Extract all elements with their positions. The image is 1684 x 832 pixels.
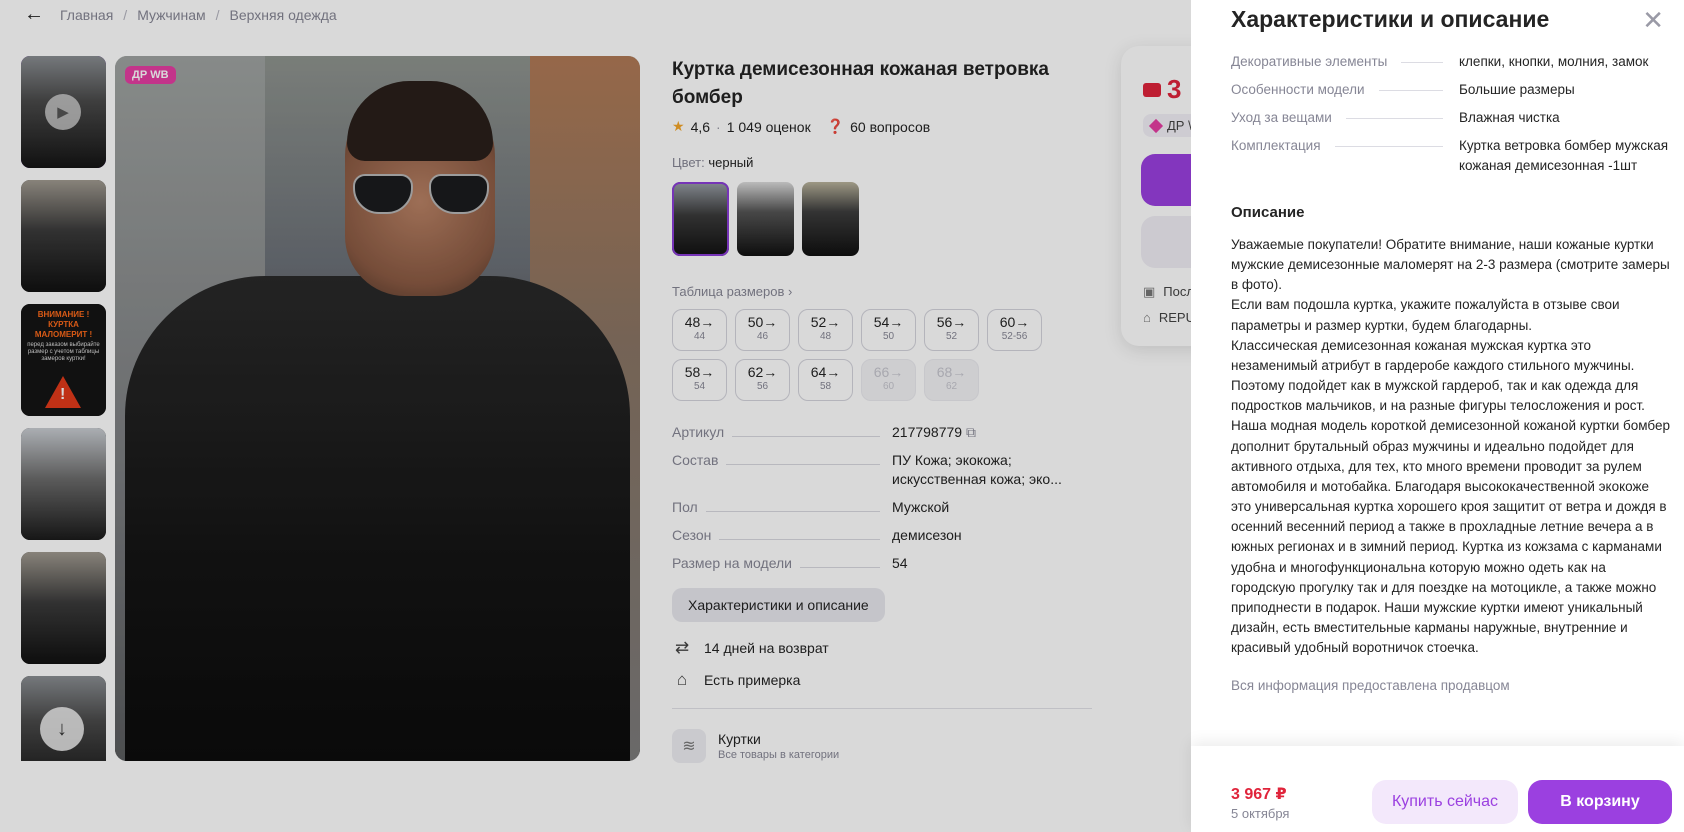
seller-note: Вся информация предоставлена продавцом (1231, 678, 1510, 694)
dotted-leader (1334, 136, 1443, 147)
spec-value: Большие размеры (1459, 82, 1575, 97)
spec-row: Декоративные элементы клепки, кнопки, мол… (1231, 52, 1671, 72)
characteristics-drawer: Характеристики и описание ✕ Декоративные… (1191, 0, 1684, 832)
spec-key-cell: Особенности модели (1231, 80, 1459, 100)
spec-value: клепки, кнопки, молния, замок (1459, 54, 1649, 69)
dotted-leader (1345, 108, 1443, 119)
description-text: Уважаемые покупатели! Обратите внимание,… (1231, 237, 1671, 656)
spec-key-cell: Декоративные элементы (1231, 52, 1459, 72)
spec-key: Особенности модели (1231, 82, 1365, 97)
dotted-leader (1378, 80, 1443, 91)
drawer-footer: 3 967 ₽ 5 октября Купить сейчас В корзин… (1191, 746, 1684, 832)
delivery-date: 5 октября (1231, 806, 1290, 821)
spec-value: Влажная чистка (1459, 110, 1560, 125)
add-to-cart-button[interactable]: В корзину (1528, 780, 1672, 824)
scroll-fade (1231, 724, 1671, 748)
drawer-body[interactable]: Декоративные элементы клепки, кнопки, мол… (1231, 52, 1671, 748)
spec-row: Комплектация Куртка ветровка бомбер мужск… (1231, 136, 1671, 176)
spec-value: Куртка ветровка бомбер мужская кожаная д… (1459, 138, 1669, 173)
buy-now-button[interactable]: Купить сейчас (1372, 780, 1518, 824)
drawer-title: Характеристики и описание (1231, 6, 1550, 32)
spec-key: Декоративные элементы (1231, 54, 1388, 69)
spec-key: Комплектация (1231, 138, 1321, 153)
spec-row: Особенности модели Большие размеры (1231, 80, 1671, 100)
footer-price: 3 967 ₽ (1231, 786, 1287, 803)
spec-key-cell: Комплектация (1231, 136, 1459, 176)
drawer-header: Характеристики и описание ✕ (1231, 6, 1664, 33)
spec-key-cell: Уход за вещами (1231, 108, 1459, 128)
close-icon[interactable]: ✕ (1642, 7, 1664, 33)
spec-key: Уход за вещами (1231, 110, 1332, 125)
description-title: Описание (1231, 204, 1305, 221)
dotted-leader (1401, 52, 1443, 63)
spec-list: Декоративные элементы клепки, кнопки, мол… (1231, 52, 1671, 176)
spec-row: Уход за вещами Влажная чистка (1231, 108, 1671, 128)
